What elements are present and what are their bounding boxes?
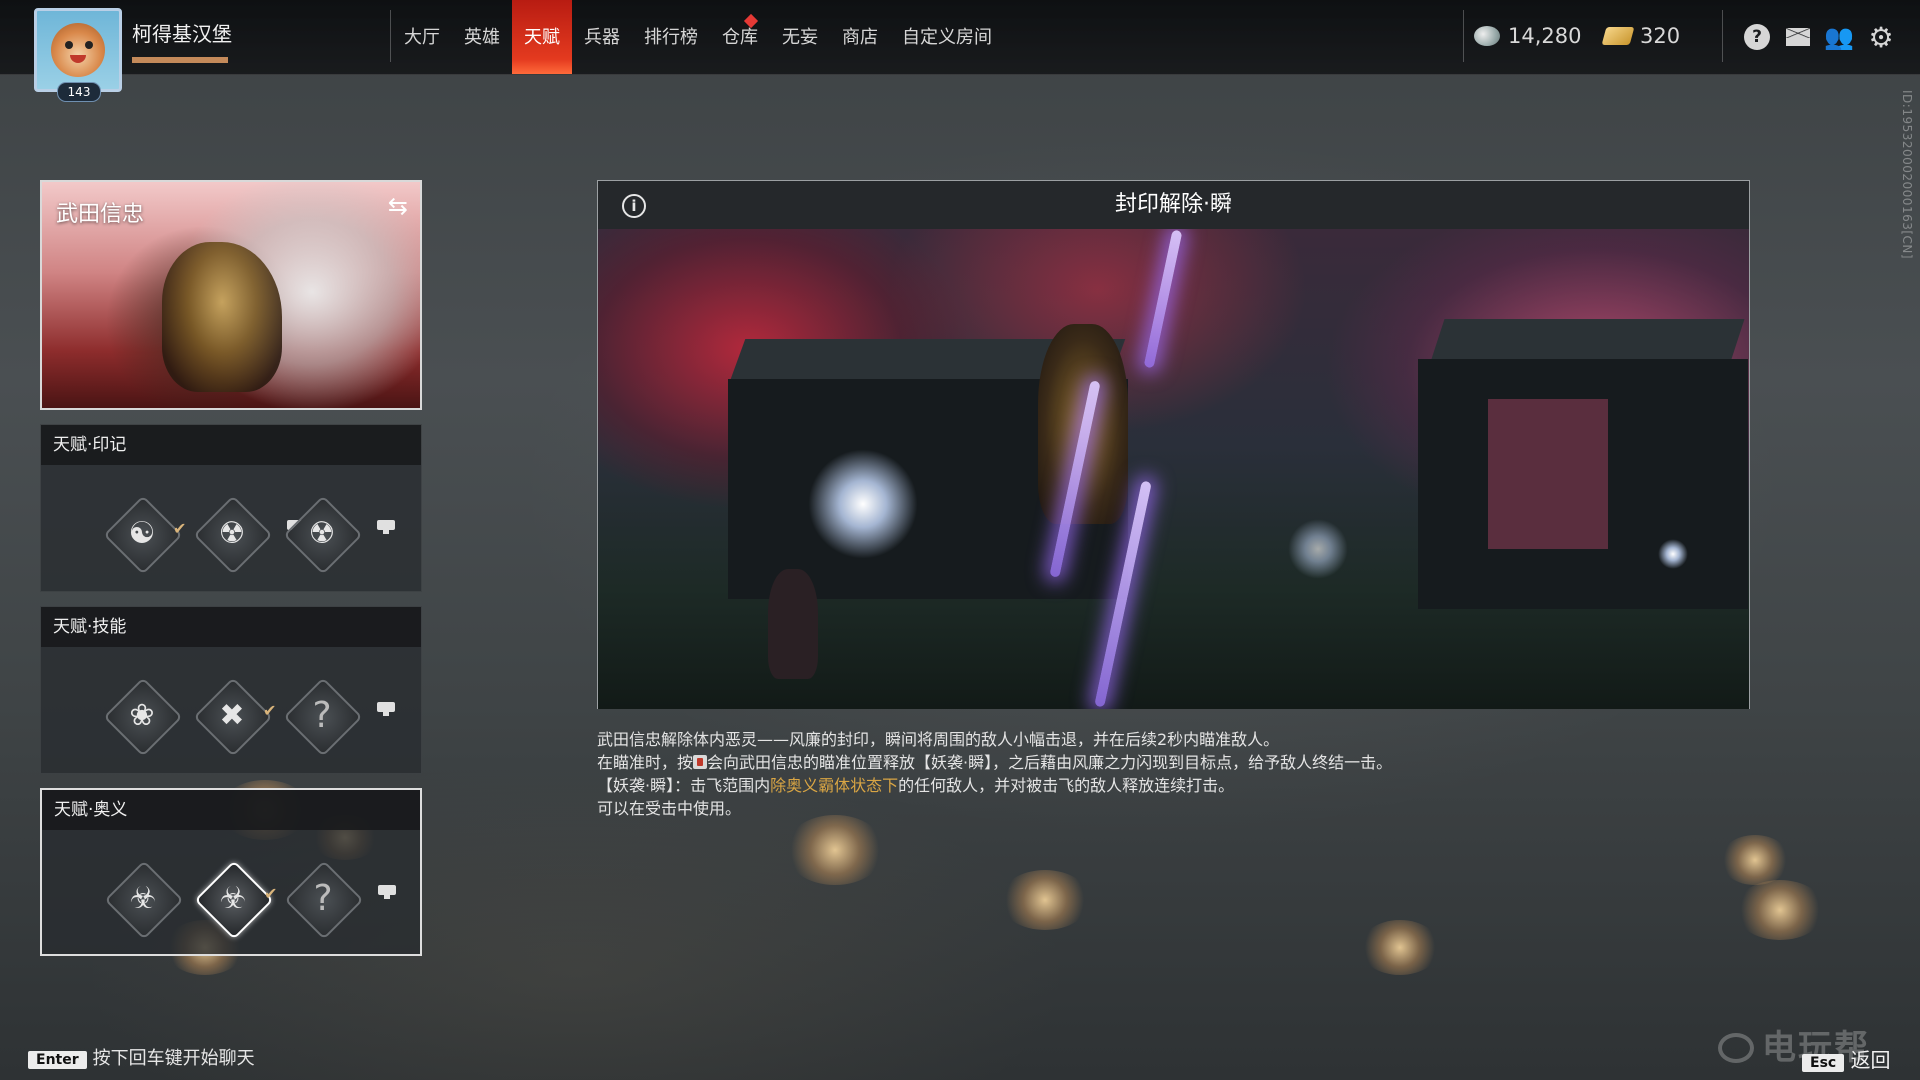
- fog-lantern: [1720, 835, 1790, 885]
- nav-leaderboard[interactable]: 排行榜: [632, 0, 710, 74]
- desc-text: 在瞄准时，按: [597, 753, 694, 772]
- side-id: ID:195320002000163[CN]: [1900, 90, 1914, 260]
- player-name: 柯得基汉堡: [132, 22, 232, 46]
- talent-slot-selected[interactable]: ☣ ✔: [194, 860, 277, 940]
- talent-description: 武田信忠解除体内恶灵——风廉的封印，瞬间将周围的敌人小幅击退，并在后续2秒内瞄准…: [597, 728, 1757, 820]
- demon-mask-horned-icon: ☣: [219, 881, 247, 916]
- nav-lobby[interactable]: 大厅: [392, 0, 452, 74]
- coin-icon: [1474, 26, 1500, 46]
- tomoe-icon: ☯: [128, 516, 156, 551]
- chat-hint-text: 按下回车键开始聊天: [92, 1048, 255, 1069]
- hero-name: 武田信忠: [56, 202, 145, 227]
- enter-key-badge: Enter: [28, 1051, 87, 1069]
- esc-key-badge: Esc: [1802, 1054, 1845, 1072]
- coin-balance: 14,280: [1474, 24, 1581, 48]
- coin-amount: 14,280: [1508, 24, 1582, 48]
- nav-shop[interactable]: 商店: [830, 0, 890, 74]
- nav-warehouse-label: 仓库: [722, 27, 758, 48]
- nav-heroes[interactable]: 英雄: [452, 0, 512, 74]
- hero-card[interactable]: 武田信忠 ⇆: [40, 180, 422, 410]
- swirl-icon: ❀: [129, 698, 155, 733]
- desc-text: 【妖袭·瞬】：击飞范围内: [597, 776, 771, 795]
- desc-line: 可以在受击中使用。: [597, 799, 742, 818]
- lock-icon: [377, 702, 395, 716]
- desc-line: 【妖袭·瞬】：击飞范围内除奥义霸体状态下的任何敌人，并对被击飞的敌人释放连续打击…: [597, 774, 1757, 797]
- back-button[interactable]: Esc 返回: [1802, 1044, 1891, 1073]
- oni-mask-1-icon: ☢: [218, 516, 246, 551]
- talent-slot[interactable]: ❀: [103, 677, 183, 757]
- info-icon[interactable]: i: [622, 194, 646, 218]
- talent-panel-ultimate: 天赋·奥义 ☣ ☣ ✔ ?: [40, 788, 422, 956]
- fog-lantern: [1000, 870, 1090, 930]
- divider: [1722, 10, 1723, 62]
- ticket-balance: 320: [1601, 24, 1681, 48]
- dash-slash-icon: ✖: [219, 698, 245, 733]
- top-bar: 143 柯得基汉堡 大厅 英雄 天赋 兵器 排行榜 仓库 无妄 商店 自定义房间…: [0, 0, 1920, 102]
- nav-weapons[interactable]: 兵器: [572, 0, 632, 74]
- nav-warehouse[interactable]: 仓库: [710, 0, 770, 74]
- nav-talents[interactable]: 天赋: [512, 0, 572, 74]
- talent-panel-title: 天赋·奥义: [42, 790, 420, 830]
- desc-line: 在瞄准时，按 会向武田信忠的瞄准位置释放【妖袭·瞬】，之后藉由风廉之力闪现到目标点…: [597, 751, 1757, 774]
- talent-panel-skill: 天赋·技能 ❀ ✖ ✔ ?: [40, 606, 422, 774]
- nav-wuwang[interactable]: 无妄: [770, 0, 830, 74]
- divider: [1463, 10, 1464, 62]
- swap-icon[interactable]: ⇆: [388, 192, 408, 220]
- check-icon: ✔: [264, 884, 278, 903]
- unknown-icon: ?: [313, 878, 333, 919]
- fog-lantern: [1360, 920, 1440, 975]
- ticket-amount: 320: [1640, 24, 1681, 48]
- divider: [390, 10, 391, 62]
- desc-text: 会向武田信忠的瞄准位置释放【妖袭·瞬】，之后藉由风廉之力闪现到目标点，给予敌人终…: [707, 753, 1393, 772]
- desc-line: 武田信忠解除体内恶灵——风廉的封印，瞬间将周围的敌人小幅击退，并在后续2秒内瞄准…: [597, 730, 1280, 749]
- ticket-icon: [1601, 27, 1635, 45]
- check-icon: ✔: [173, 519, 187, 538]
- talent-slot[interactable]: ✖ ✔: [193, 677, 276, 757]
- demon-mask-icon: ☣: [129, 881, 157, 916]
- talent-title: 封印解除·瞬: [1115, 192, 1232, 217]
- talent-panel-mark: 天赋·印记 ☯ ✔ ☢ ☢: [40, 424, 422, 592]
- help-icon[interactable]: ?: [1744, 24, 1770, 50]
- talent-slot[interactable]: ☯ ✔: [103, 495, 186, 575]
- watermark-logo-icon: [1718, 1033, 1754, 1063]
- talent-panel-title: 天赋·印记: [41, 425, 421, 465]
- oni-mask-2-icon: ☢: [308, 516, 336, 551]
- fog-lantern: [1735, 880, 1825, 940]
- talent-slot[interactable]: ?: [284, 860, 396, 940]
- desc-highlight: 除奥义霸体状态下: [770, 776, 899, 795]
- fog-lantern: [785, 815, 885, 885]
- back-label: 返回: [1850, 1048, 1891, 1072]
- lock-icon: [377, 520, 395, 534]
- talent-panel-title: 天赋·技能: [41, 607, 421, 647]
- check-icon: ✔: [263, 701, 277, 720]
- talent-detail-panel: 封印解除·瞬 i: [597, 180, 1750, 709]
- gear-icon[interactable]: ⚙: [1868, 21, 1894, 54]
- lock-icon: [378, 885, 396, 899]
- friends-icon[interactable]: 👥: [1824, 23, 1854, 51]
- talent-slot[interactable]: ?: [283, 677, 395, 757]
- mouse-key-icon: [693, 755, 708, 769]
- notification-dot-icon: [743, 13, 759, 29]
- unknown-icon: ?: [312, 695, 332, 736]
- xp-bar: [132, 57, 228, 63]
- talent-slot[interactable]: ☢: [193, 495, 305, 575]
- main-nav: 大厅 英雄 天赋 兵器 排行榜 仓库 无妄 商店 自定义房间: [392, 0, 1004, 74]
- avatar[interactable]: [34, 8, 122, 92]
- mail-icon[interactable]: [1786, 28, 1810, 46]
- detail-header: 封印解除·瞬 i: [598, 181, 1749, 229]
- level-badge: 143: [57, 82, 101, 102]
- talent-slot[interactable]: ☢: [283, 495, 395, 575]
- talent-preview-video[interactable]: [598, 229, 1749, 709]
- chat-hint[interactable]: Enter 按下回车键开始聊天: [28, 1044, 255, 1070]
- hero-portrait: [162, 242, 282, 392]
- nav-custom-room[interactable]: 自定义房间: [890, 0, 1004, 74]
- talent-slot[interactable]: ☣: [104, 860, 184, 940]
- desc-text: 的任何敌人，并对被击飞的敌人释放连续打击。: [898, 776, 1235, 795]
